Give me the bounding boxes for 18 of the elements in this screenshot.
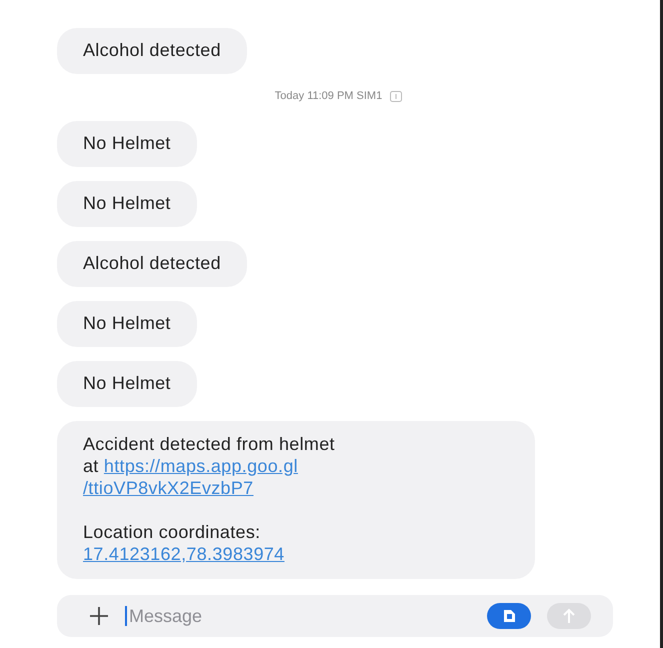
message-input-field[interactable]: Message bbox=[127, 606, 471, 626]
message-timestamp: Today 11:09 PM SIM1 bbox=[274, 90, 382, 102]
plus-icon[interactable] bbox=[89, 606, 109, 626]
message-text: Location coordinates: bbox=[83, 522, 260, 542]
message-bubble: No Helmet bbox=[57, 301, 197, 347]
info-icon bbox=[390, 90, 402, 102]
message-bubble: No Helmet bbox=[57, 121, 197, 167]
message-composer-field[interactable]: Message bbox=[57, 595, 613, 637]
message-link[interactable]: https://maps.app.goo.gl bbox=[104, 456, 298, 476]
message-link[interactable]: /ttioVP8vkX2EvzbP7 bbox=[83, 478, 254, 498]
message-text: Accident detected from helmet bbox=[83, 434, 335, 454]
sim-card-button[interactable] bbox=[487, 603, 531, 629]
message-text: at bbox=[83, 456, 100, 476]
message-bubble: No Helmet bbox=[57, 361, 197, 407]
message-bubble: No Helmet bbox=[57, 181, 197, 227]
message-link[interactable]: 17.4123162,78.3983974 bbox=[83, 544, 284, 564]
message-bubble: Alcohol detected bbox=[57, 28, 247, 74]
message-bubble: Alcohol detected bbox=[57, 241, 247, 287]
